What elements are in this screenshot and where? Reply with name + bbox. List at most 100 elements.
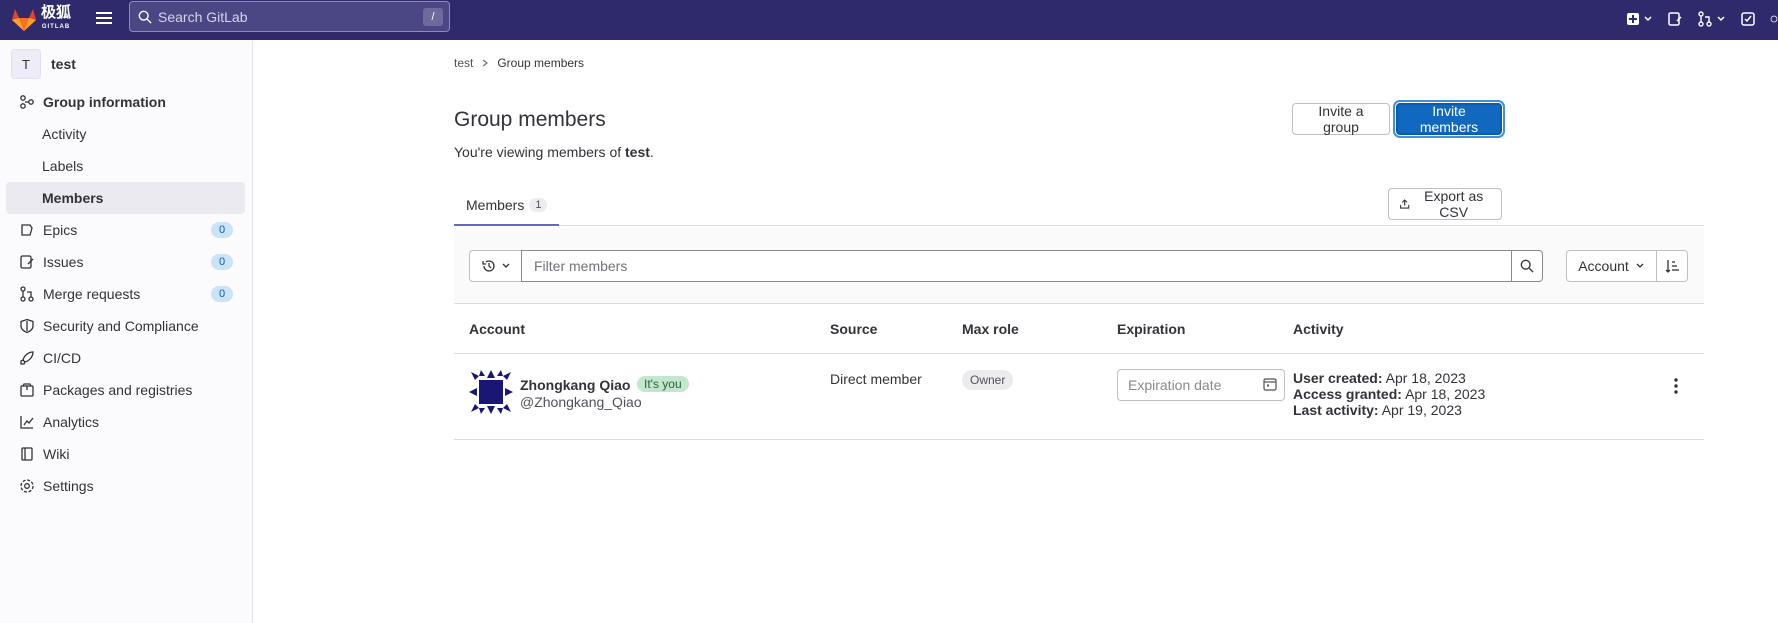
sidebar-item-label: Group information [43,94,166,110]
todo-check-icon [1741,12,1755,26]
merge-request-icon [1698,11,1712,27]
chevron-down-icon [502,263,509,268]
filter-search-button[interactable] [1512,250,1543,282]
merge-requests-count-badge: 0 [211,286,233,302]
sidebar-item-label: Merge requests [43,286,141,302]
chevron-down-icon [1636,263,1644,268]
members-table-header: Account Source Max role Expiration Activ… [454,305,1704,354]
history-icon [481,260,495,272]
sidebar-item-label: Security and Compliance [43,318,199,334]
user-created-label: User created: [1293,370,1383,386]
invite-members-button[interactable]: Invite members [1396,103,1502,135]
sidebar-item-settings[interactable]: Settings [6,470,245,502]
sort-by-dropdown[interactable]: Account [1566,250,1657,282]
epic-icon [19,222,35,238]
help-top-button[interactable] [1770,8,1778,30]
export-csv-label: Export as CSV [1424,188,1484,220]
subtitle-group-name: test [625,144,650,160]
chevron-down-icon [1717,16,1725,22]
member-activity: User created: Apr 18, 2023 Access grante… [1293,370,1485,418]
group-avatar: T [11,49,41,79]
sidebar-item-merge-requests[interactable]: Merge requests 0 [6,278,245,310]
search-shortcut-hint: / [423,8,443,26]
group-icon [19,94,35,110]
access-granted-date: Apr 18, 2023 [1405,386,1486,402]
sidebar-item-label: Packages and registries [43,382,193,398]
page-subtitle: You're viewing members of test. [454,144,654,160]
book-icon [19,446,35,462]
page-title: Group members [454,108,606,131]
gitlab-logo[interactable]: 极狐 GITLAB [11,5,75,35]
sidebar-item-label: Labels [42,158,84,174]
global-search-input[interactable]: Search GitLab / [129,1,450,32]
sidebar-item-packages-registries[interactable]: Packages and registries [6,374,245,406]
recent-searches-button[interactable] [469,250,521,282]
help-icon [1770,15,1778,23]
epics-count-badge: 0 [211,222,233,238]
sort-direction-button[interactable] [1656,250,1688,282]
column-header-max-role: Max role [962,321,1019,337]
hamburger-icon [96,12,112,24]
rocket-icon [19,350,35,366]
access-granted-label: Access granted: [1293,386,1402,402]
expiration-date-input[interactable] [1117,369,1285,401]
filter-members-input[interactable] [521,250,1512,282]
chevron-down-icon [1644,16,1652,22]
column-header-expiration: Expiration [1117,321,1186,337]
sidebar-item-label: Analytics [43,414,100,430]
merge-request-icon [19,286,35,302]
sidebar-item-security-compliance[interactable]: Security and Compliance [6,310,245,342]
member-actions-button[interactable] [1664,374,1688,398]
sidebar-item-activity[interactable]: Activity [6,118,245,150]
chart-icon [19,414,35,430]
avatar[interactable] [469,370,513,414]
column-header-account: Account [469,321,525,337]
create-new-button[interactable] [1626,8,1653,30]
column-header-activity: Activity [1293,321,1344,337]
subtitle-suffix: . [649,144,654,160]
menu-toggle-button[interactable] [94,8,116,30]
sidebar-item-group-information[interactable]: Group information [6,86,245,118]
export-icon [1400,199,1410,209]
tab-label: Members [466,197,525,213]
last-activity-date: Apr 19, 2023 [1381,402,1462,418]
logo-subtext: GITLAB [41,24,71,30]
search-placeholder: Search GitLab [158,8,248,25]
user-created-date: Apr 18, 2023 [1385,370,1466,386]
sidebar-item-members[interactable]: Members [6,182,245,214]
issues-top-button[interactable] [1667,8,1683,30]
sort-by-label: Account [1578,258,1629,274]
tab-members[interactable]: Members 1 [454,186,560,226]
sidebar-item-cicd[interactable]: CI/CD [6,342,245,374]
sidebar-item-labels[interactable]: Labels [6,150,245,182]
table-row: Zhongkang Qiao It's you @Zhongkang_Qiao … [454,354,1704,440]
export-csv-button[interactable]: Export as CSV [1388,188,1502,220]
calendar-icon [1263,378,1277,391]
breadcrumb-root-link[interactable]: test [454,56,473,70]
search-icon [1520,259,1534,273]
sidebar-context-header[interactable]: T test [11,49,76,79]
sidebar: T test Group information Activity Labels… [0,40,253,623]
merge-requests-top-button[interactable] [1697,8,1726,30]
issues-count-badge: 0 [211,254,233,270]
todos-top-button[interactable] [1740,8,1756,30]
chevron-right-icon [482,59,489,67]
members-count-badge: 1 [529,198,548,212]
sidebar-item-label: Activity [42,126,87,142]
sidebar-item-wiki[interactable]: Wiki [6,438,245,470]
breadcrumb-current[interactable]: Group members [497,56,584,70]
package-icon [19,382,35,398]
top-bar: 极狐 GITLAB Search GitLab / [0,0,1778,40]
group-name: test [51,56,76,72]
sidebar-item-label: CI/CD [43,350,82,366]
gear-icon [19,478,35,494]
invite-group-button[interactable]: Invite a group [1292,103,1390,135]
column-header-source: Source [830,321,878,337]
sidebar-item-analytics[interactable]: Analytics [6,406,245,438]
sort-ascending-icon [1665,260,1679,273]
sidebar-item-label: Epics [43,222,78,238]
member-name-link[interactable]: Zhongkang Qiao [520,377,630,393]
sidebar-item-issues[interactable]: Issues 0 [6,246,245,278]
logo-text: 极狐 [41,4,72,21]
sidebar-item-epics[interactable]: Epics 0 [6,214,245,246]
